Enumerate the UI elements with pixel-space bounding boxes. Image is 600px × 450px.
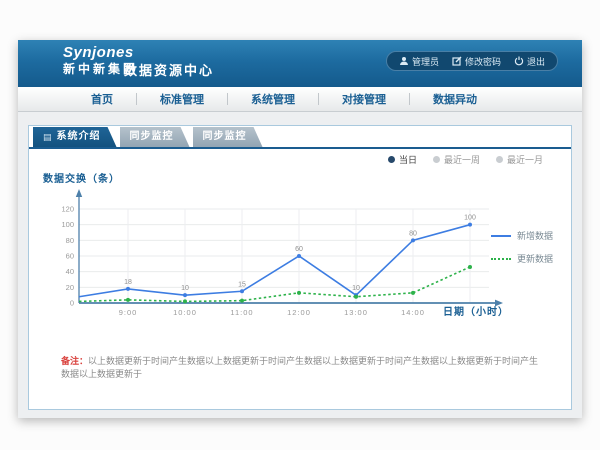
- data-point: [297, 291, 301, 295]
- y-tick-label: 80: [66, 236, 74, 245]
- y-tick-label: 40: [66, 267, 74, 276]
- data-point-label: 10: [181, 285, 189, 292]
- tab-system-intro[interactable]: ▤ 系统介绍: [33, 127, 117, 147]
- tab-sync-monitor-2[interactable]: 同步监控: [193, 127, 263, 147]
- brand-logo-text: Synjones: [63, 45, 138, 60]
- radio-last-month[interactable]: 最近一月: [496, 153, 543, 166]
- nav-item-system-mgmt[interactable]: 系统管理: [228, 91, 318, 107]
- current-user-label: 管理员: [412, 55, 439, 68]
- change-password-label: 修改密码: [465, 55, 501, 68]
- data-point: [411, 291, 415, 295]
- legend-label: 新增数据: [517, 229, 553, 242]
- x-tick-label: 9:00: [119, 308, 138, 317]
- data-point: [468, 223, 472, 227]
- x-tick-label: 13:00: [344, 308, 368, 317]
- radio-dot-icon: [433, 156, 440, 163]
- data-point: [411, 238, 415, 242]
- x-tick-label: 12:00: [287, 308, 311, 317]
- data-point: [468, 265, 472, 269]
- x-tick-label: 10:00: [173, 308, 197, 317]
- screen: Synjones 新中新集团 数据资源中心 管理员 修改密码: [0, 0, 600, 450]
- tab-sync-monitor-1[interactable]: 同步监控: [120, 127, 190, 147]
- edit-icon: [452, 56, 462, 66]
- data-point-label: 60: [295, 246, 303, 253]
- current-user-button[interactable]: 管理员: [399, 55, 439, 68]
- nav-item-data-change[interactable]: 数据异动: [410, 91, 500, 107]
- data-point: [126, 287, 130, 291]
- radio-label: 当日: [399, 153, 417, 166]
- data-point-label: 18: [124, 279, 132, 286]
- radio-today[interactable]: 当日: [388, 153, 417, 166]
- data-point-label: 100: [464, 215, 476, 222]
- legend-label: 更新数据: [517, 252, 553, 265]
- time-range-filter: 当日 最近一周 最近一月: [388, 153, 543, 166]
- y-tick-label: 60: [66, 252, 74, 261]
- tab-label: 系统介绍: [57, 127, 101, 147]
- radio-dot-icon: [496, 156, 503, 163]
- tab-label: 同步监控: [203, 127, 247, 147]
- change-password-button[interactable]: 修改密码: [452, 55, 501, 68]
- active-tab-underline: [29, 147, 571, 149]
- data-point-label: 15: [238, 281, 246, 288]
- document-icon: ▤: [43, 133, 53, 142]
- y-tick-label: 20: [66, 283, 74, 292]
- chart-x-axis-title: 日期（小时）: [443, 303, 509, 318]
- radio-label: 最近一月: [507, 153, 543, 166]
- y-axis-arrow-icon: [76, 189, 82, 197]
- nav-item-standard-mgmt[interactable]: 标准管理: [137, 91, 227, 107]
- nav-item-home[interactable]: 首页: [68, 91, 136, 107]
- data-point: [240, 299, 244, 303]
- data-point-label: 80: [409, 230, 417, 237]
- radio-label: 最近一周: [444, 153, 480, 166]
- logout-button[interactable]: 退出: [514, 55, 545, 68]
- radio-dot-icon: [388, 156, 395, 163]
- data-point: [183, 299, 187, 303]
- app-header: Synjones 新中新集团 数据资源中心 管理员 修改密码: [18, 40, 582, 87]
- footer-note: 备注：以上数据更新于时间产生数据以上数据更新于时间产生数据以上数据更新于时间产生…: [61, 355, 541, 380]
- app-window: Synjones 新中新集团 数据资源中心 管理员 修改密码: [18, 40, 582, 418]
- nav-item-interface-mgmt[interactable]: 对接管理: [319, 91, 409, 107]
- data-point: [354, 295, 358, 299]
- note-label: 备注：: [61, 356, 88, 366]
- data-point-label: 10: [352, 285, 360, 292]
- legend-item-updated-data[interactable]: 更新数据: [491, 252, 553, 265]
- page-title: 数据资源中心: [124, 60, 214, 79]
- y-tick-label: 120: [61, 205, 74, 214]
- y-tick-label: 100: [61, 220, 74, 229]
- radio-last-week[interactable]: 最近一周: [433, 153, 480, 166]
- solid-line-icon: [491, 235, 511, 237]
- data-point: [183, 293, 187, 297]
- logout-label: 退出: [527, 55, 545, 68]
- data-point: [297, 254, 301, 258]
- note-text: 以上数据更新于时间产生数据以上数据更新于时间产生数据以上数据更新于时间产生数据以…: [61, 356, 538, 379]
- main-nav: 首页 标准管理 系统管理 对接管理 数据异动: [18, 87, 582, 112]
- x-tick-label: 11:00: [230, 308, 253, 317]
- legend-item-new-data[interactable]: 新增数据: [491, 229, 553, 242]
- x-tick-label: 14:00: [401, 308, 425, 317]
- y-tick-label: 0: [70, 299, 74, 308]
- dotted-line-icon: [491, 258, 511, 260]
- user-toolbar: 管理员 修改密码 退出: [386, 51, 558, 71]
- tab-bar: ▤ 系统介绍 同步监控 同步监控: [33, 127, 266, 147]
- data-point: [240, 289, 244, 293]
- chart-y-axis-title: 数据交换（条）: [43, 170, 120, 185]
- tab-label: 同步监控: [130, 127, 174, 147]
- data-point: [126, 298, 130, 302]
- user-icon: [399, 56, 409, 66]
- power-icon: [514, 56, 524, 66]
- chart-legend: 新增数据 更新数据: [491, 229, 553, 265]
- content-panel: ▤ 系统介绍 同步监控 同步监控 当日 最近一周: [28, 125, 572, 410]
